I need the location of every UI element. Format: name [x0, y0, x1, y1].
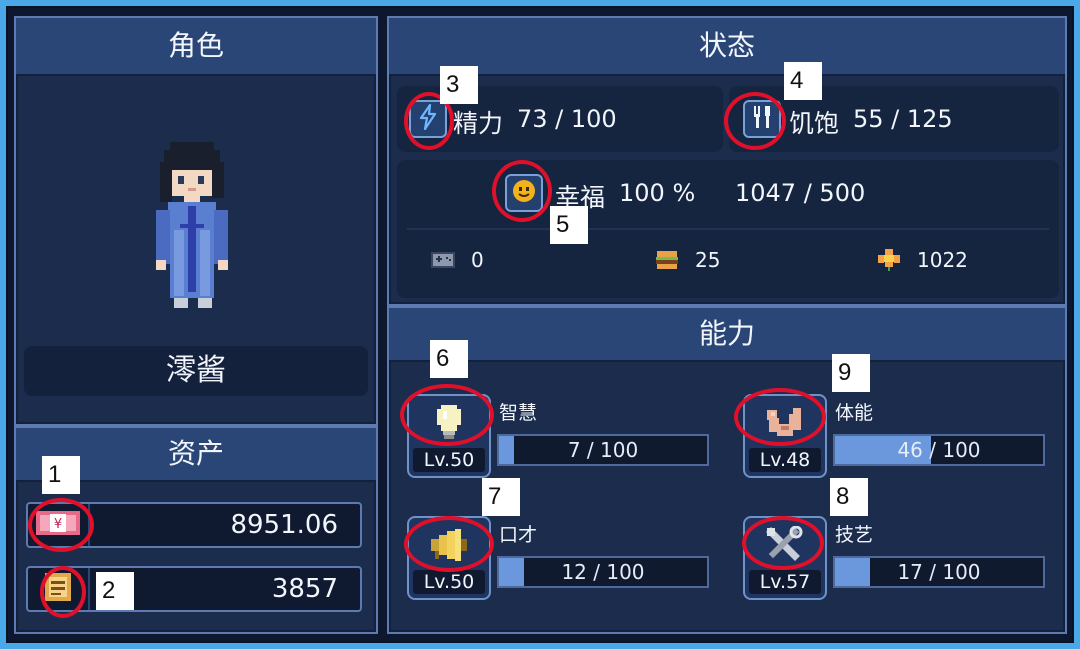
gamepad-icon — [429, 248, 457, 276]
annotation-tag: 8 — [830, 478, 868, 516]
counter-value: 0 — [471, 248, 484, 272]
character-name: 澪酱 — [166, 353, 226, 388]
energy-icon-box[interactable] — [409, 100, 447, 138]
happiness-card: 幸福 100 % 1047 / 500 0 25 1022 — [397, 160, 1059, 298]
progress-value: 7 / 100 — [567, 438, 639, 462]
ability-level: Lv.50 — [413, 570, 485, 594]
ticket-icon — [43, 571, 73, 607]
ability-level: Lv.50 — [413, 448, 485, 472]
ticket-value: 3857 — [271, 574, 338, 604]
hunger-icon-box[interactable] — [743, 100, 781, 138]
hunger-card: 饥饱 55 / 125 — [729, 86, 1059, 152]
hunger-value: 55 / 125 — [853, 105, 953, 133]
counter-value: 1022 — [917, 248, 968, 272]
smiley-icon — [512, 179, 536, 207]
happiness-icon-box[interactable] — [505, 174, 543, 212]
character-panel: 角色 澪酱 — [14, 16, 378, 426]
asset-icon-cell — [28, 568, 90, 610]
character-sprite[interactable] — [150, 140, 242, 316]
happiness-percent: 100 % — [619, 179, 696, 207]
ability-level: Lv.57 — [749, 570, 821, 594]
annotation-tag: 5 — [550, 206, 588, 244]
eloquence-progress-bar: 12 / 100 — [497, 556, 709, 588]
wisdom-ability-icon[interactable]: Lv.50 — [407, 394, 491, 478]
craft-label: 技艺 — [835, 524, 874, 546]
progress-value: 46 / 100 — [897, 438, 981, 462]
divider — [407, 228, 1049, 230]
money-row: ¥ 8951.06 — [26, 502, 362, 548]
energy-value: 73 / 100 — [517, 105, 617, 133]
flower-icon — [875, 248, 903, 276]
annotation-tag: 3 — [440, 66, 478, 104]
eloquence-ability-icon[interactable]: Lv.50 — [407, 516, 491, 600]
asset-icon-cell: ¥ — [28, 504, 90, 546]
progress-value: 17 / 100 — [897, 560, 981, 584]
stamina-label: 体能 — [835, 402, 874, 424]
stamina-progress-bar: 46 / 100 — [833, 434, 1045, 466]
stamina-ability-icon[interactable]: Lv.48 — [743, 394, 827, 478]
status-panel: 状态 精力 73 / 100 饥饱 55 / 125 幸福 100 % 1047… — [387, 16, 1067, 306]
annotation-tag: 7 — [482, 478, 520, 516]
burger-icon — [653, 248, 681, 276]
annotation-tag: 4 — [784, 62, 822, 100]
status-panel-title: 状态 — [389, 18, 1065, 76]
annotation-tag: 1 — [42, 456, 80, 494]
abilities-panel-title: 能力 — [389, 308, 1065, 362]
lightbulb-icon — [434, 403, 464, 447]
money-value: 8951.06 — [230, 510, 338, 540]
fork-spoon-icon — [750, 104, 774, 134]
lightning-icon — [417, 103, 439, 134]
wisdom-label: 智慧 — [499, 402, 538, 424]
annotation-tag: 2 — [96, 572, 134, 610]
megaphone-icon — [427, 527, 471, 567]
happiness-value: 1047 / 500 — [735, 179, 866, 207]
character-panel-title: 角色 — [16, 18, 376, 76]
annotation-tag: 9 — [832, 354, 870, 392]
progress-value: 12 / 100 — [561, 560, 645, 584]
craft-progress-bar: 17 / 100 — [833, 556, 1045, 588]
eloquence-label: 口才 — [499, 524, 538, 546]
counter-value: 25 — [695, 248, 721, 272]
character-name-plate: 澪酱 — [24, 346, 368, 396]
banknote-icon: ¥ — [36, 509, 80, 541]
energy-label: 精力 — [453, 109, 504, 138]
svg-text:¥: ¥ — [54, 517, 62, 532]
abilities-panel: 能力 Lv.50 智慧 7 / 100 Lv.48 体能 46 / 100 Lv… — [387, 306, 1067, 634]
craft-ability-icon[interactable]: Lv.57 — [743, 516, 827, 600]
ticket-row: 3857 — [26, 566, 362, 612]
muscle-arm-icon — [763, 404, 807, 446]
hunger-label: 饥饱 — [789, 109, 840, 138]
ability-level: Lv.48 — [749, 448, 821, 472]
wisdom-progress-bar: 7 / 100 — [497, 434, 709, 466]
tools-icon — [765, 525, 805, 568]
annotation-tag: 6 — [430, 340, 468, 378]
